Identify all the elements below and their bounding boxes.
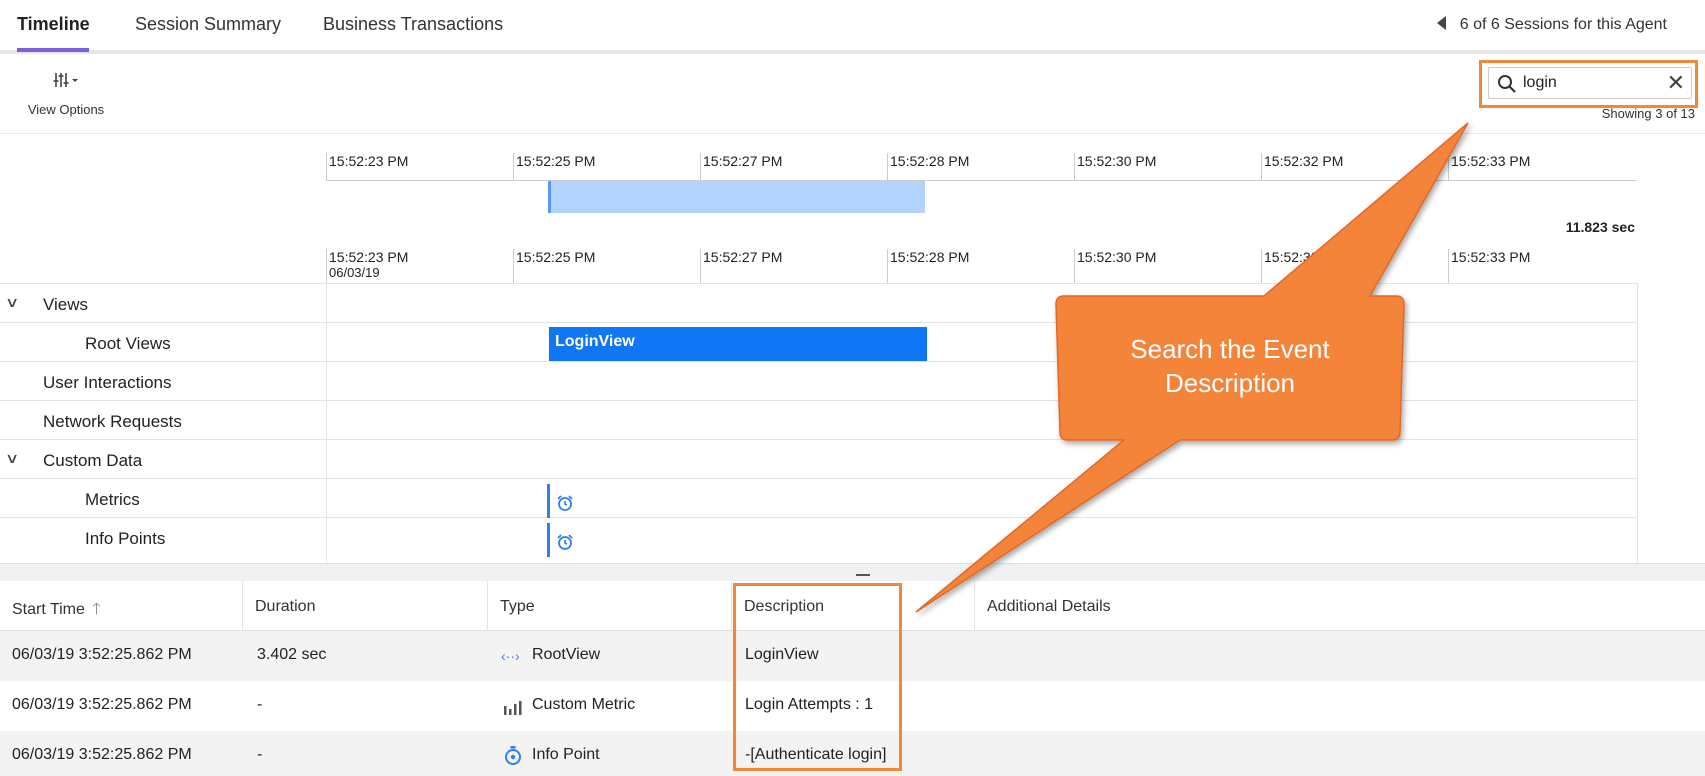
callout-line: Description [1164,368,1296,398]
callout-text: Search the Event Description [1060,332,1400,400]
callout-shape [915,122,1469,613]
callout-line: Search the Event [1130,334,1330,364]
